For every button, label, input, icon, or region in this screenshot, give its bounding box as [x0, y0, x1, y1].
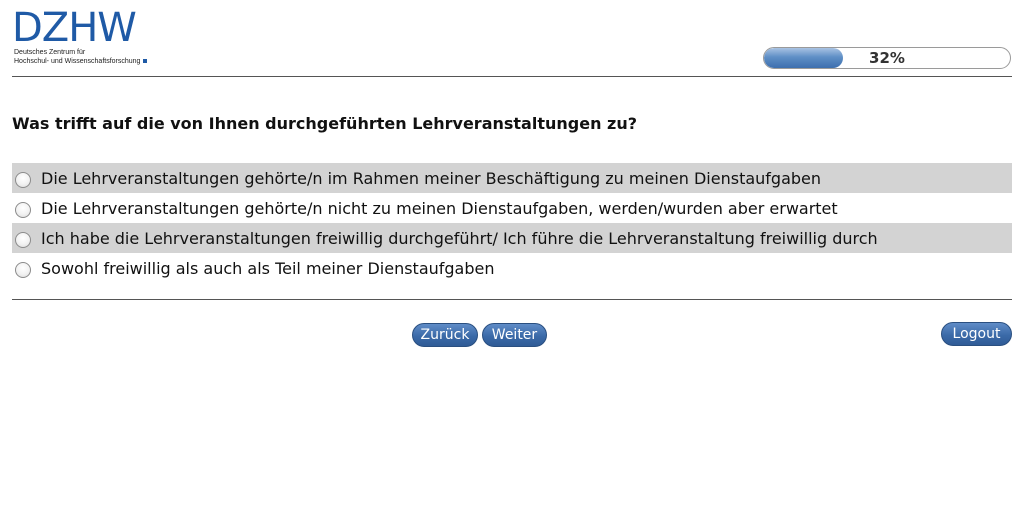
- answer-option[interactable]: Sowohl freiwillig als auch als Teil mein…: [12, 253, 1012, 283]
- logo-wordmark: DZHW: [12, 5, 137, 51]
- logo-subtitle: Deutsches Zentrum für Hochschul- und Wis…: [14, 48, 148, 66]
- answer-option[interactable]: Die Lehrveranstaltungen gehörte/n im Rah…: [12, 163, 1012, 193]
- radio-button[interactable]: [15, 231, 31, 248]
- radio-button[interactable]: [15, 261, 31, 278]
- answer-option[interactable]: Ich habe die Lehrveranstaltungen freiwil…: [12, 223, 1012, 253]
- answer-option-label[interactable]: Sowohl freiwillig als auch als Teil mein…: [41, 259, 495, 278]
- back-button[interactable]: Zurück: [412, 323, 478, 347]
- footer-divider: [12, 299, 1012, 300]
- progress-label: 32%: [869, 49, 905, 67]
- logo-square-icon: [143, 59, 148, 64]
- logo-subtitle-line2: Hochschul- und Wissenschaftsforschung: [14, 58, 141, 65]
- answer-options: Die Lehrveranstaltungen gehörte/n im Rah…: [12, 163, 1012, 283]
- answer-option-label[interactable]: Die Lehrveranstaltungen gehörte/n nicht …: [41, 199, 838, 218]
- header-divider: [12, 76, 1012, 77]
- logo-subtitle-line1: Deutsches Zentrum für: [14, 49, 86, 56]
- answer-option[interactable]: Die Lehrveranstaltungen gehörte/n nicht …: [12, 193, 1012, 223]
- logout-button[interactable]: Logout: [941, 322, 1012, 346]
- radio-button[interactable]: [15, 171, 31, 188]
- next-button[interactable]: Weiter: [482, 323, 547, 347]
- dzhw-logo: DZHW Deutsches Zentrum für Hochschul- un…: [12, 8, 152, 68]
- answer-option-label[interactable]: Die Lehrveranstaltungen gehörte/n im Rah…: [41, 169, 821, 188]
- progress-bar: 32%: [763, 47, 1011, 69]
- radio-button[interactable]: [15, 201, 31, 218]
- question-text: Was trifft auf die von Ihnen durchgeführ…: [12, 114, 638, 133]
- answer-option-label[interactable]: Ich habe die Lehrveranstaltungen freiwil…: [41, 229, 878, 248]
